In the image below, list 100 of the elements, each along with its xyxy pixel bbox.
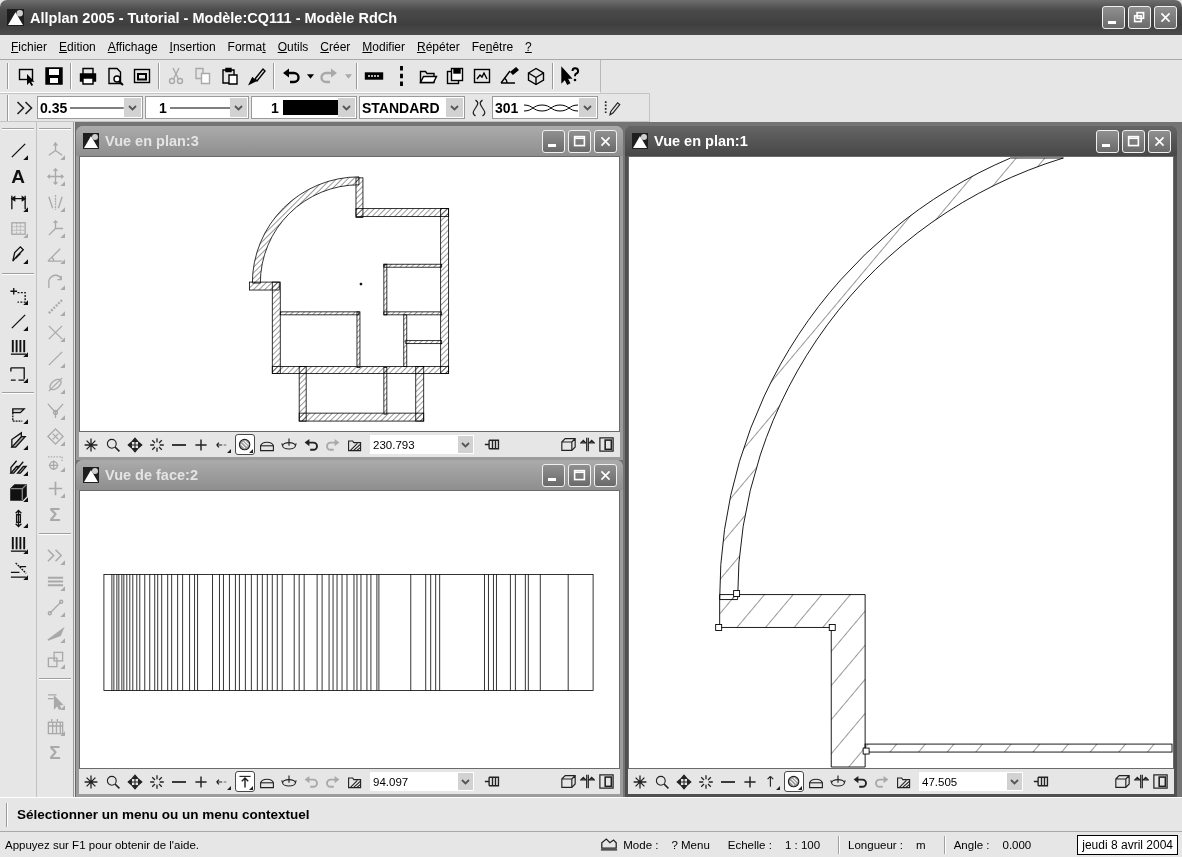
text-tool-button[interactable]: A (4, 163, 32, 189)
vertical-bars-icon (8, 337, 28, 357)
minus-icon (721, 780, 735, 783)
minimize-button[interactable] (1102, 6, 1125, 29)
close-button[interactable] (594, 463, 617, 487)
dropdown-button[interactable] (124, 98, 141, 117)
arrow-up-line-button[interactable] (235, 771, 255, 792)
minimize-icon (547, 478, 556, 481)
undo-icon (281, 66, 301, 86)
help-pointer-icon (560, 66, 580, 86)
layer-dropdown[interactable]: STANDARD (359, 96, 465, 119)
dropdown-button[interactable] (579, 98, 596, 117)
close-icon (1159, 11, 1172, 24)
roof-outline-icon (600, 837, 619, 852)
hatched-circle-icon (237, 436, 253, 453)
cube-outline-icon (526, 66, 546, 86)
dotted-pencil-icon[interactable] (604, 98, 621, 117)
triangle-logo-icon (83, 133, 99, 149)
status-value: 1 : 100 (784, 838, 821, 851)
menu-item[interactable]: Outils (271, 38, 315, 56)
maximize-button[interactable] (568, 463, 591, 487)
twisted-lines-icon[interactable] (472, 98, 486, 117)
ellipse-axis-icon (830, 773, 846, 790)
redo-icon (319, 66, 339, 86)
segmented-bar-icon[interactable] (484, 774, 501, 789)
minimize-button[interactable] (1096, 129, 1119, 153)
hatched-circle-button[interactable] (235, 434, 255, 455)
mirror-lines-icon (45, 192, 65, 212)
plus-icon (193, 436, 209, 453)
dropdown-button[interactable] (230, 98, 247, 117)
split-arrows-icon[interactable] (580, 774, 595, 789)
menu-item[interactable]: Modifier (356, 38, 411, 56)
magnifier-icon (654, 773, 670, 790)
minimize-button[interactable] (542, 129, 565, 153)
pen-dropdown[interactable]: 1 (251, 96, 357, 119)
menu-item[interactable]: Répéter (411, 38, 466, 56)
hatched-circle-button[interactable] (784, 771, 804, 792)
close-icon (599, 468, 612, 482)
menu-item[interactable]: Edition (53, 38, 102, 56)
menu-item[interactable]: Insertion (163, 38, 222, 56)
split-arrows-icon[interactable] (580, 437, 595, 452)
zoom-field[interactable]: 94.097 (370, 772, 474, 791)
status-label: Angle : (953, 838, 990, 851)
cube-outline-icon[interactable] (1115, 774, 1130, 789)
menu-item[interactable]: Affichage (101, 38, 164, 56)
cube-outline-icon[interactable] (561, 437, 576, 452)
chevron-down-icon (342, 104, 351, 111)
four-arrows-icon (127, 436, 143, 453)
ellipse-axis-icon (281, 773, 297, 790)
split-arrows-icon[interactable] (1134, 774, 1149, 789)
window-icon[interactable] (599, 774, 614, 789)
thickness-dropdown[interactable]: 0.35 (37, 96, 143, 119)
segmented-bar-icon[interactable] (484, 437, 501, 452)
sparkle-icon (149, 436, 165, 453)
menu-item[interactable]: Fenêtre (465, 38, 520, 56)
asterisk-icon (632, 773, 648, 790)
copy-icon (193, 66, 213, 86)
menu-item[interactable]: Format (221, 38, 272, 56)
dropdown-button[interactable] (338, 98, 355, 117)
plus-corner-icon (8, 285, 28, 305)
zoom-field[interactable]: 47.505 (919, 772, 1023, 791)
dropdown-button[interactable] (458, 773, 473, 790)
maximize-icon (1127, 134, 1140, 148)
maximize-button[interactable] (1122, 129, 1145, 153)
solid-cube-icon (8, 482, 28, 502)
menu-item[interactable]: ? (519, 38, 538, 56)
chevron-down-icon (583, 104, 592, 111)
restore-button[interactable] (1128, 6, 1151, 29)
close-button[interactable] (1154, 6, 1177, 29)
up-arrow-icon (764, 773, 780, 790)
minimize-icon (547, 144, 556, 147)
angle-pencil-icon (499, 66, 519, 86)
window-icon[interactable] (1153, 774, 1168, 789)
dropdown-button[interactable] (446, 98, 463, 117)
line-dropdown[interactable]: 1 (145, 96, 249, 119)
menu-item[interactable]: Fichier (5, 38, 54, 56)
dotted-line-icon (399, 66, 403, 86)
minimize-button[interactable] (542, 463, 565, 487)
triangle-logo-icon (83, 467, 99, 483)
asterisk-icon (83, 773, 99, 790)
pattern-dropdown[interactable]: 301 (492, 96, 598, 119)
dropdown-button[interactable] (1007, 773, 1022, 790)
move-arrows-icon (45, 166, 65, 186)
close-button[interactable] (594, 129, 617, 153)
window-pointer-icon (17, 66, 37, 86)
hatched-circle-icon (786, 773, 802, 790)
maximize-button[interactable] (568, 129, 591, 153)
dropdown-button[interactable] (458, 436, 473, 453)
menu-item[interactable]: Créer (314, 38, 357, 56)
chevron-down-icon (1010, 778, 1019, 785)
sparkle-icon (698, 773, 714, 790)
double-chevron-icon[interactable] (16, 100, 33, 115)
segmented-bar-icon[interactable] (1033, 774, 1050, 789)
close-button[interactable] (1148, 129, 1171, 153)
asterisk-icon (83, 436, 99, 453)
zoom-field[interactable]: 230.793 (370, 435, 474, 454)
cube-outline-icon[interactable] (561, 774, 576, 789)
paintbrush-icon (247, 66, 267, 86)
diamond-icon (45, 426, 65, 446)
window-icon[interactable] (599, 437, 614, 452)
